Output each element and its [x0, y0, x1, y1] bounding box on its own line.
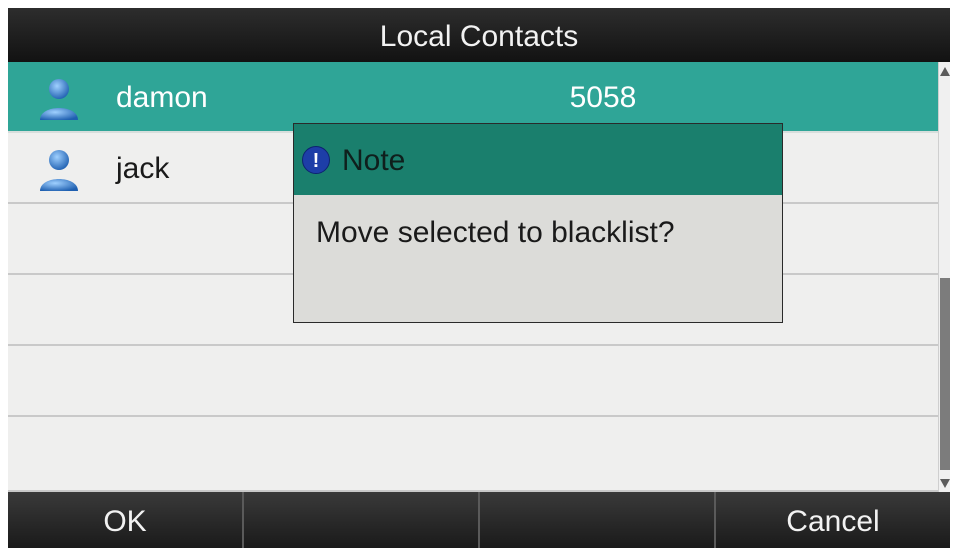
empty-softkey-2[interactable] — [244, 492, 480, 548]
note-dialog: ! Note Move selected to blacklist? — [293, 123, 783, 323]
scroll-thumb[interactable] — [940, 278, 950, 470]
page-title: Local Contacts — [379, 20, 579, 53]
contact-name: jack — [116, 152, 170, 185]
ok-softkey[interactable]: OK — [8, 492, 244, 548]
dialog-title: Note — [342, 144, 406, 177]
scroll-up-arrow-icon[interactable] — [940, 67, 950, 76]
info-exclamation-icon: ! — [302, 146, 330, 174]
contact-person-icon — [40, 150, 78, 191]
scroll-down-arrow-icon[interactable] — [940, 479, 950, 488]
contact-name: damon — [116, 81, 208, 114]
dialog-header: ! Note — [294, 124, 782, 195]
title-bar: Local Contacts — [8, 8, 950, 62]
empty-row — [8, 346, 938, 417]
empty-row — [8, 417, 938, 492]
cancel-softkey[interactable]: Cancel — [716, 492, 950, 548]
contact-person-icon — [40, 79, 78, 120]
scrollbar[interactable] — [938, 62, 950, 492]
softkey-bar: OK Cancel — [8, 492, 950, 548]
phone-screen: Local Contacts damon 5058 jack OK Cancel… — [8, 8, 950, 548]
dialog-message: Move selected to blacklist? — [316, 216, 675, 249]
empty-softkey-3[interactable] — [480, 492, 716, 548]
